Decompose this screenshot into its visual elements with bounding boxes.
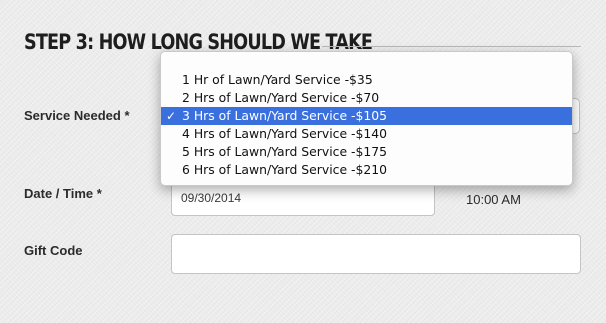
service-option-selected[interactable]: ✓ 3 Hrs of Lawn/Yard Service -$105 — [161, 107, 572, 125]
service-option[interactable]: 1 Hr of Lawn/Yard Service -$35 — [161, 71, 572, 89]
checkmark-icon: ✓ — [166, 109, 177, 123]
service-needed-label: Service Needed * — [24, 108, 130, 123]
title-divider — [322, 46, 581, 47]
gift-code-label: Gift Code — [24, 243, 83, 258]
time-value[interactable]: 10:00 AM — [466, 192, 521, 207]
service-option[interactable]: 6 Hrs of Lawn/Yard Service -$210 — [161, 161, 572, 179]
date-time-label: Date / Time * — [24, 186, 102, 201]
service-option[interactable]: 4 Hrs of Lawn/Yard Service -$140 — [161, 125, 572, 143]
gift-code-input[interactable] — [171, 234, 581, 274]
service-dropdown-menu: 1 Hr of Lawn/Yard Service -$35 2 Hrs of … — [160, 51, 573, 186]
service-option[interactable]: 2 Hrs of Lawn/Yard Service -$70 — [161, 89, 572, 107]
date-value: 09/30/2014 — [181, 191, 242, 205]
service-option[interactable]: 5 Hrs of Lawn/Yard Service -$175 — [161, 143, 572, 161]
